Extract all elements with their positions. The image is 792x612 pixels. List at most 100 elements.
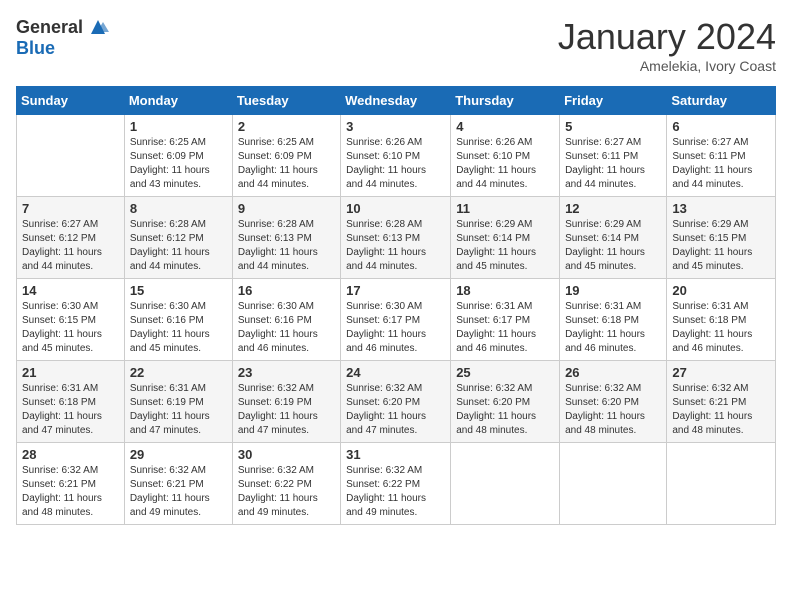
day-cell: 17 Sunrise: 6:30 AM Sunset: 6:17 PM Dayli… bbox=[341, 279, 451, 361]
day-info: Sunrise: 6:32 AM Sunset: 6:19 PM Dayligh… bbox=[238, 382, 335, 438]
day-number: 17 bbox=[346, 283, 445, 298]
day-info: Sunrise: 6:26 AM Sunset: 6:10 PM Dayligh… bbox=[346, 136, 445, 192]
day-info: Sunrise: 6:28 AM Sunset: 6:13 PM Dayligh… bbox=[346, 218, 445, 274]
day-cell: 18 Sunrise: 6:31 AM Sunset: 6:17 PM Dayli… bbox=[451, 279, 560, 361]
day-cell bbox=[560, 443, 667, 525]
day-info: Sunrise: 6:25 AM Sunset: 6:09 PM Dayligh… bbox=[238, 136, 335, 192]
day-number: 20 bbox=[672, 283, 770, 298]
day-cell: 14 Sunrise: 6:30 AM Sunset: 6:15 PM Dayli… bbox=[17, 279, 125, 361]
day-number: 19 bbox=[565, 283, 661, 298]
week-row-3: 14 Sunrise: 6:30 AM Sunset: 6:15 PM Dayli… bbox=[17, 279, 776, 361]
week-row-4: 21Sunrise: 6:31 AM Sunset: 6:18 PM Dayli… bbox=[17, 361, 776, 443]
month-title: January 2024 bbox=[558, 16, 776, 58]
day-cell: 12 Sunrise: 6:29 AM Sunset: 6:14 PM Dayli… bbox=[560, 197, 667, 279]
day-cell: 13 Sunrise: 6:29 AM Sunset: 6:15 PM Dayli… bbox=[667, 197, 776, 279]
day-info: Sunrise: 6:27 AM Sunset: 6:12 PM Dayligh… bbox=[22, 218, 119, 274]
day-info: Sunrise: 6:32 AM Sunset: 6:21 PM Dayligh… bbox=[22, 464, 119, 520]
day-cell: 20 Sunrise: 6:31 AM Sunset: 6:18 PM Dayli… bbox=[667, 279, 776, 361]
day-info: Sunrise: 6:29 AM Sunset: 6:14 PM Dayligh… bbox=[456, 218, 554, 274]
day-cell: 3 Sunrise: 6:26 AM Sunset: 6:10 PM Daylig… bbox=[341, 115, 451, 197]
weekday-header-monday: Monday bbox=[124, 87, 232, 115]
day-number: 28 bbox=[22, 447, 119, 462]
day-cell: 11 Sunrise: 6:29 AM Sunset: 6:14 PM Dayli… bbox=[451, 197, 560, 279]
day-info: Sunrise: 6:25 AM Sunset: 6:09 PM Dayligh… bbox=[130, 136, 227, 192]
day-cell: 7Sunrise: 6:27 AM Sunset: 6:12 PM Daylig… bbox=[17, 197, 125, 279]
day-info: Sunrise: 6:32 AM Sunset: 6:22 PM Dayligh… bbox=[238, 464, 335, 520]
day-number: 12 bbox=[565, 201, 661, 216]
day-info: Sunrise: 6:27 AM Sunset: 6:11 PM Dayligh… bbox=[565, 136, 661, 192]
day-info: Sunrise: 6:26 AM Sunset: 6:10 PM Dayligh… bbox=[456, 136, 554, 192]
day-info: Sunrise: 6:31 AM Sunset: 6:19 PM Dayligh… bbox=[130, 382, 227, 438]
day-number: 13 bbox=[672, 201, 770, 216]
title-block: January 2024 Amelekia, Ivory Coast bbox=[558, 16, 776, 74]
day-info: Sunrise: 6:30 AM Sunset: 6:15 PM Dayligh… bbox=[22, 300, 119, 356]
day-cell: 8Sunrise: 6:28 AM Sunset: 6:12 PM Daylig… bbox=[124, 197, 232, 279]
day-number: 2 bbox=[238, 119, 335, 134]
day-cell: 30 Sunrise: 6:32 AM Sunset: 6:22 PM Dayli… bbox=[232, 443, 340, 525]
day-info: Sunrise: 6:32 AM Sunset: 6:21 PM Dayligh… bbox=[130, 464, 227, 520]
day-cell: 15 Sunrise: 6:30 AM Sunset: 6:16 PM Dayli… bbox=[124, 279, 232, 361]
day-cell: 10Sunrise: 6:28 AM Sunset: 6:13 PM Dayli… bbox=[341, 197, 451, 279]
day-info: Sunrise: 6:31 AM Sunset: 6:18 PM Dayligh… bbox=[565, 300, 661, 356]
day-cell: 21Sunrise: 6:31 AM Sunset: 6:18 PM Dayli… bbox=[17, 361, 125, 443]
day-cell: 2 Sunrise: 6:25 AM Sunset: 6:09 PM Daylig… bbox=[232, 115, 340, 197]
day-info: Sunrise: 6:32 AM Sunset: 6:20 PM Dayligh… bbox=[346, 382, 445, 438]
day-number: 30 bbox=[238, 447, 335, 462]
day-number: 9 bbox=[238, 201, 335, 216]
day-info: Sunrise: 6:32 AM Sunset: 6:21 PM Dayligh… bbox=[672, 382, 770, 438]
day-cell: 24 Sunrise: 6:32 AM Sunset: 6:20 PM Dayli… bbox=[341, 361, 451, 443]
day-number: 22 bbox=[130, 365, 227, 380]
day-cell: 1 Sunrise: 6:25 AM Sunset: 6:09 PM Daylig… bbox=[124, 115, 232, 197]
week-row-1: 1 Sunrise: 6:25 AM Sunset: 6:09 PM Daylig… bbox=[17, 115, 776, 197]
weekday-header-sunday: Sunday bbox=[17, 87, 125, 115]
day-info: Sunrise: 6:31 AM Sunset: 6:18 PM Dayligh… bbox=[22, 382, 119, 438]
logo: General Blue bbox=[16, 16, 109, 59]
weekday-header-saturday: Saturday bbox=[667, 87, 776, 115]
calendar-table: SundayMondayTuesdayWednesdayThursdayFrid… bbox=[16, 86, 776, 525]
day-number: 15 bbox=[130, 283, 227, 298]
page-header: General Blue January 2024 Amelekia, Ivor… bbox=[16, 16, 776, 74]
day-cell: 5 Sunrise: 6:27 AM Sunset: 6:11 PM Daylig… bbox=[560, 115, 667, 197]
day-cell: 28 Sunrise: 6:32 AM Sunset: 6:21 PM Dayli… bbox=[17, 443, 125, 525]
day-cell: 4 Sunrise: 6:26 AM Sunset: 6:10 PM Daylig… bbox=[451, 115, 560, 197]
day-cell: 6 Sunrise: 6:27 AM Sunset: 6:11 PM Daylig… bbox=[667, 115, 776, 197]
day-info: Sunrise: 6:31 AM Sunset: 6:17 PM Dayligh… bbox=[456, 300, 554, 356]
weekday-header-tuesday: Tuesday bbox=[232, 87, 340, 115]
logo-blue: Blue bbox=[16, 38, 55, 58]
day-cell: 9Sunrise: 6:28 AM Sunset: 6:13 PM Daylig… bbox=[232, 197, 340, 279]
day-info: Sunrise: 6:30 AM Sunset: 6:17 PM Dayligh… bbox=[346, 300, 445, 356]
weekday-header-wednesday: Wednesday bbox=[341, 87, 451, 115]
day-number: 29 bbox=[130, 447, 227, 462]
day-cell: 29 Sunrise: 6:32 AM Sunset: 6:21 PM Dayli… bbox=[124, 443, 232, 525]
week-row-5: 28 Sunrise: 6:32 AM Sunset: 6:21 PM Dayli… bbox=[17, 443, 776, 525]
day-cell: 23 Sunrise: 6:32 AM Sunset: 6:19 PM Dayli… bbox=[232, 361, 340, 443]
day-number: 4 bbox=[456, 119, 554, 134]
day-number: 23 bbox=[238, 365, 335, 380]
weekday-header-row: SundayMondayTuesdayWednesdayThursdayFrid… bbox=[17, 87, 776, 115]
day-info: Sunrise: 6:29 AM Sunset: 6:15 PM Dayligh… bbox=[672, 218, 770, 274]
location-subtitle: Amelekia, Ivory Coast bbox=[558, 58, 776, 74]
day-number: 24 bbox=[346, 365, 445, 380]
day-cell: 25 Sunrise: 6:32 AM Sunset: 6:20 PM Dayli… bbox=[451, 361, 560, 443]
day-cell: 22 Sunrise: 6:31 AM Sunset: 6:19 PM Dayli… bbox=[124, 361, 232, 443]
day-number: 11 bbox=[456, 201, 554, 216]
weekday-header-thursday: Thursday bbox=[451, 87, 560, 115]
day-info: Sunrise: 6:27 AM Sunset: 6:11 PM Dayligh… bbox=[672, 136, 770, 192]
logo-general: General bbox=[16, 17, 83, 38]
day-number: 1 bbox=[130, 119, 227, 134]
day-info: Sunrise: 6:30 AM Sunset: 6:16 PM Dayligh… bbox=[130, 300, 227, 356]
day-number: 18 bbox=[456, 283, 554, 298]
day-number: 25 bbox=[456, 365, 554, 380]
week-row-2: 7Sunrise: 6:27 AM Sunset: 6:12 PM Daylig… bbox=[17, 197, 776, 279]
day-number: 5 bbox=[565, 119, 661, 134]
day-number: 6 bbox=[672, 119, 770, 134]
day-number: 26 bbox=[565, 365, 661, 380]
day-cell bbox=[667, 443, 776, 525]
day-number: 27 bbox=[672, 365, 770, 380]
day-number: 3 bbox=[346, 119, 445, 134]
day-info: Sunrise: 6:31 AM Sunset: 6:18 PM Dayligh… bbox=[672, 300, 770, 356]
day-cell: 31Sunrise: 6:32 AM Sunset: 6:22 PM Dayli… bbox=[341, 443, 451, 525]
day-info: Sunrise: 6:29 AM Sunset: 6:14 PM Dayligh… bbox=[565, 218, 661, 274]
day-number: 14 bbox=[22, 283, 119, 298]
day-info: Sunrise: 6:32 AM Sunset: 6:20 PM Dayligh… bbox=[456, 382, 554, 438]
